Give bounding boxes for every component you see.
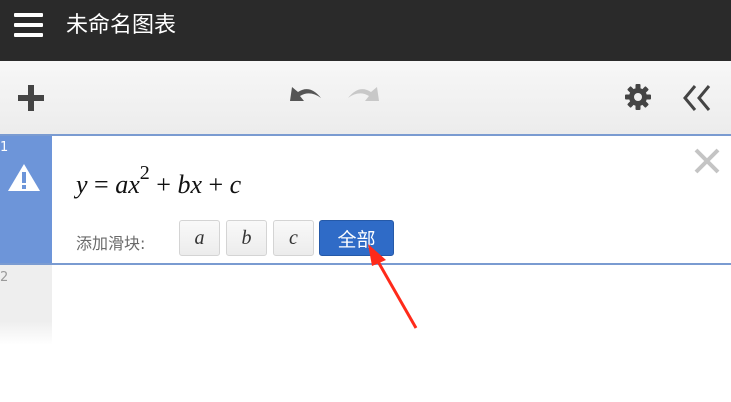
warning-icon[interactable]	[7, 162, 41, 192]
slider-button-b[interactable]: b	[226, 220, 267, 256]
delete-expression-button[interactable]	[692, 146, 722, 176]
graph-title[interactable]: 未命名图表	[66, 12, 176, 40]
plus-icon	[18, 85, 44, 111]
double-chevron-left-icon	[683, 85, 711, 111]
formula-plus: +	[208, 170, 224, 199]
formula-equals: =	[94, 170, 109, 199]
add-all-sliders-button[interactable]: 全部	[319, 220, 394, 256]
add-slider-label: 添加滑块:	[76, 234, 146, 253]
expression-gutter: 2	[0, 265, 52, 345]
expression-index: 2	[0, 270, 9, 285]
expression-item[interactable]: 1 y = ax2 + bx + c 添加滑块: a b c 全部	[0, 134, 731, 265]
formula-var-b: b	[177, 170, 191, 199]
formula-var-y: y	[76, 170, 88, 199]
empty-expression-item[interactable]: 2	[0, 265, 731, 345]
formula-var-c: c	[229, 170, 242, 199]
title-bar: 未命名图表	[0, 0, 731, 61]
add-expression-button[interactable]	[16, 83, 46, 113]
slider-button-c[interactable]: c	[273, 220, 314, 256]
expression-toolbar	[0, 61, 731, 135]
undo-icon	[290, 87, 321, 101]
hamburger-menu-icon[interactable]	[14, 13, 43, 38]
expression-formula[interactable]: y = ax2 + bx + c	[76, 163, 242, 200]
redo-icon	[348, 87, 379, 101]
formula-var-x: x	[190, 170, 202, 199]
redo-button[interactable]	[345, 82, 381, 112]
close-x-icon	[694, 148, 720, 174]
settings-button[interactable]	[624, 83, 652, 111]
formula-exponent: 2	[139, 162, 150, 185]
slider-button-a[interactable]: a	[179, 220, 220, 256]
expression-list: 1 y = ax2 + bx + c 添加滑块: a b c 全部 2	[0, 134, 731, 402]
formula-var-a: a	[115, 170, 129, 199]
undo-button[interactable]	[288, 82, 324, 112]
gear-icon	[625, 84, 651, 110]
formula-plus: +	[156, 170, 171, 199]
collapse-panel-button[interactable]	[682, 83, 712, 113]
formula-var-x: x	[128, 170, 140, 199]
expression-index: 1	[0, 140, 9, 155]
expression-gutter: 1	[0, 136, 52, 263]
